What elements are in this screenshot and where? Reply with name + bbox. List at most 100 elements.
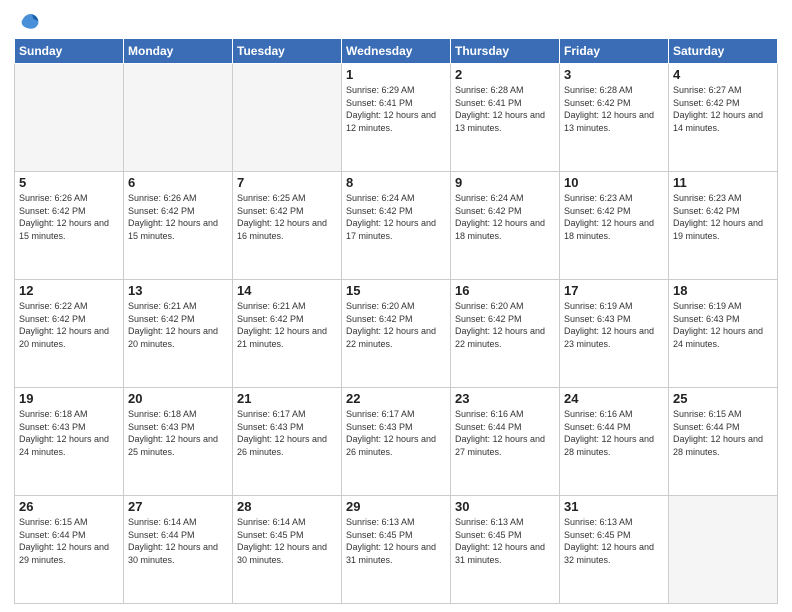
day-info: Sunrise: 6:23 AMSunset: 6:42 PMDaylight:… (673, 192, 773, 242)
day-info: Sunrise: 6:25 AMSunset: 6:42 PMDaylight:… (237, 192, 337, 242)
col-header-saturday: Saturday (669, 39, 778, 64)
day-number: 18 (673, 283, 773, 298)
day-cell: 30Sunrise: 6:13 AMSunset: 6:45 PMDayligh… (451, 496, 560, 604)
day-number: 25 (673, 391, 773, 406)
day-info: Sunrise: 6:21 AMSunset: 6:42 PMDaylight:… (128, 300, 228, 350)
day-info: Sunrise: 6:16 AMSunset: 6:44 PMDaylight:… (564, 408, 664, 458)
col-header-monday: Monday (124, 39, 233, 64)
day-info: Sunrise: 6:17 AMSunset: 6:43 PMDaylight:… (346, 408, 446, 458)
day-info: Sunrise: 6:14 AMSunset: 6:44 PMDaylight:… (128, 516, 228, 566)
day-cell: 25 Sunrise: 6:15 AMSunset: 6:44 PMDayligh… (669, 388, 778, 496)
day-info: Sunrise: 6:29 AMSunset: 6:41 PMDaylight:… (346, 84, 446, 134)
day-cell: 16Sunrise: 6:20 AMSunset: 6:42 PMDayligh… (451, 280, 560, 388)
header-row: SundayMondayTuesdayWednesdayThursdayFrid… (15, 39, 778, 64)
day-info: Sunrise: 6:18 AMSunset: 6:43 PMDaylight:… (19, 408, 119, 458)
day-number: 24 (564, 391, 664, 406)
day-number: 8 (346, 175, 446, 190)
day-cell (233, 64, 342, 172)
day-cell: 19 Sunrise: 6:18 AMSunset: 6:43 PMDayligh… (15, 388, 124, 496)
day-cell: 10 Sunrise: 6:23 AMSunset: 6:42 PMDayligh… (560, 172, 669, 280)
day-number: 29 (346, 499, 446, 514)
day-number: 22 (346, 391, 446, 406)
day-cell: 18 Sunrise: 6:19 AMSunset: 6:43 PMDayligh… (669, 280, 778, 388)
day-info: Sunrise: 6:13 AMSunset: 6:45 PMDaylight:… (564, 516, 664, 566)
day-info: Sunrise: 6:26 AMSunset: 6:42 PMDaylight:… (19, 192, 119, 242)
day-cell: 20 Sunrise: 6:18 AMSunset: 6:43 PMDayligh… (124, 388, 233, 496)
col-header-tuesday: Tuesday (233, 39, 342, 64)
day-number: 1 (346, 67, 446, 82)
day-number: 27 (128, 499, 228, 514)
day-info: Sunrise: 6:20 AMSunset: 6:42 PMDaylight:… (346, 300, 446, 350)
day-info: Sunrise: 6:26 AMSunset: 6:42 PMDaylight:… (128, 192, 228, 242)
day-info: Sunrise: 6:17 AMSunset: 6:43 PMDaylight:… (237, 408, 337, 458)
day-cell: 28Sunrise: 6:14 AMSunset: 6:45 PMDayligh… (233, 496, 342, 604)
day-number: 19 (19, 391, 119, 406)
day-info: Sunrise: 6:18 AMSunset: 6:43 PMDaylight:… (128, 408, 228, 458)
day-number: 12 (19, 283, 119, 298)
day-info: Sunrise: 6:19 AMSunset: 6:43 PMDaylight:… (673, 300, 773, 350)
day-info: Sunrise: 6:14 AMSunset: 6:45 PMDaylight:… (237, 516, 337, 566)
day-info: Sunrise: 6:16 AMSunset: 6:44 PMDaylight:… (455, 408, 555, 458)
day-number: 20 (128, 391, 228, 406)
day-cell: 2Sunrise: 6:28 AMSunset: 6:41 PMDaylight… (451, 64, 560, 172)
day-number: 4 (673, 67, 773, 82)
day-number: 6 (128, 175, 228, 190)
day-info: Sunrise: 6:13 AMSunset: 6:45 PMDaylight:… (455, 516, 555, 566)
day-info: Sunrise: 6:22 AMSunset: 6:42 PMDaylight:… (19, 300, 119, 350)
day-number: 31 (564, 499, 664, 514)
day-cell: 7 Sunrise: 6:25 AMSunset: 6:42 PMDaylight… (233, 172, 342, 280)
day-number: 10 (564, 175, 664, 190)
day-number: 11 (673, 175, 773, 190)
week-row-3: 12 Sunrise: 6:22 AMSunset: 6:42 PMDayligh… (15, 280, 778, 388)
day-info: Sunrise: 6:15 AMSunset: 6:44 PMDaylight:… (673, 408, 773, 458)
day-cell: 1 Sunrise: 6:29 AMSunset: 6:41 PMDaylight… (342, 64, 451, 172)
week-row-1: 1 Sunrise: 6:29 AMSunset: 6:41 PMDaylight… (15, 64, 778, 172)
day-cell: 27 Sunrise: 6:14 AMSunset: 6:44 PMDayligh… (124, 496, 233, 604)
day-number: 7 (237, 175, 337, 190)
day-number: 26 (19, 499, 119, 514)
day-info: Sunrise: 6:13 AMSunset: 6:45 PMDaylight:… (346, 516, 446, 566)
day-number: 15 (346, 283, 446, 298)
day-cell: 26Sunrise: 6:15 AMSunset: 6:44 PMDayligh… (15, 496, 124, 604)
day-cell (124, 64, 233, 172)
col-header-wednesday: Wednesday (342, 39, 451, 64)
week-row-2: 5 Sunrise: 6:26 AMSunset: 6:42 PMDaylight… (15, 172, 778, 280)
day-cell: 5 Sunrise: 6:26 AMSunset: 6:42 PMDaylight… (15, 172, 124, 280)
day-cell: 3 Sunrise: 6:28 AMSunset: 6:42 PMDaylight… (560, 64, 669, 172)
day-number: 17 (564, 283, 664, 298)
week-row-4: 19 Sunrise: 6:18 AMSunset: 6:43 PMDayligh… (15, 388, 778, 496)
day-number: 13 (128, 283, 228, 298)
day-cell: 13 Sunrise: 6:21 AMSunset: 6:42 PMDayligh… (124, 280, 233, 388)
col-header-thursday: Thursday (451, 39, 560, 64)
day-info: Sunrise: 6:23 AMSunset: 6:42 PMDaylight:… (564, 192, 664, 242)
day-info: Sunrise: 6:21 AMSunset: 6:42 PMDaylight:… (237, 300, 337, 350)
logo (14, 10, 41, 32)
day-number: 21 (237, 391, 337, 406)
day-cell: 9 Sunrise: 6:24 AMSunset: 6:42 PMDaylight… (451, 172, 560, 280)
day-info: Sunrise: 6:24 AMSunset: 6:42 PMDaylight:… (346, 192, 446, 242)
day-info: Sunrise: 6:24 AMSunset: 6:42 PMDaylight:… (455, 192, 555, 242)
day-number: 16 (455, 283, 555, 298)
day-cell: 6 Sunrise: 6:26 AMSunset: 6:42 PMDaylight… (124, 172, 233, 280)
day-number: 9 (455, 175, 555, 190)
day-cell: 22 Sunrise: 6:17 AMSunset: 6:43 PMDayligh… (342, 388, 451, 496)
day-cell: 11 Sunrise: 6:23 AMSunset: 6:42 PMDayligh… (669, 172, 778, 280)
day-number: 3 (564, 67, 664, 82)
day-number: 5 (19, 175, 119, 190)
day-cell: 14 Sunrise: 6:21 AMSunset: 6:42 PMDayligh… (233, 280, 342, 388)
day-cell: 15 Sunrise: 6:20 AMSunset: 6:42 PMDayligh… (342, 280, 451, 388)
col-header-sunday: Sunday (15, 39, 124, 64)
day-cell: 24 Sunrise: 6:16 AMSunset: 6:44 PMDayligh… (560, 388, 669, 496)
day-number: 2 (455, 67, 555, 82)
day-info: Sunrise: 6:28 AMSunset: 6:42 PMDaylight:… (564, 84, 664, 134)
logo-icon (19, 10, 41, 32)
day-number: 14 (237, 283, 337, 298)
day-info: Sunrise: 6:27 AMSunset: 6:42 PMDaylight:… (673, 84, 773, 134)
day-cell: 8 Sunrise: 6:24 AMSunset: 6:42 PMDaylight… (342, 172, 451, 280)
day-info: Sunrise: 6:19 AMSunset: 6:43 PMDaylight:… (564, 300, 664, 350)
col-header-friday: Friday (560, 39, 669, 64)
day-cell: 17 Sunrise: 6:19 AMSunset: 6:43 PMDayligh… (560, 280, 669, 388)
day-number: 23 (455, 391, 555, 406)
calendar-table: SundayMondayTuesdayWednesdayThursdayFrid… (14, 38, 778, 604)
day-cell (669, 496, 778, 604)
